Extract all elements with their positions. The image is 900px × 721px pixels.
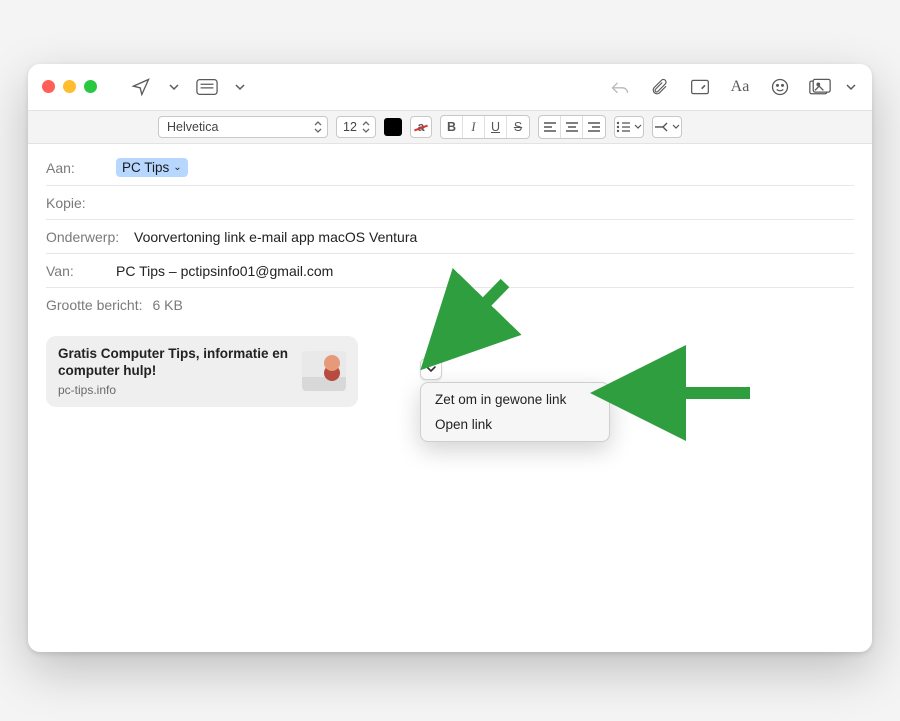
header-fields-icon[interactable] bbox=[191, 73, 223, 101]
subject-row[interactable]: Onderwerp: Voorvertoning link e-mail app… bbox=[46, 220, 854, 254]
header-fields: Aan: PC Tips ⌄ Kopie: Onderwerp: Voorver… bbox=[28, 144, 872, 322]
recipient-name: PC Tips bbox=[122, 160, 169, 175]
markup-icon[interactable] bbox=[684, 73, 716, 101]
select-chevron-icon bbox=[313, 121, 323, 133]
align-left-button[interactable] bbox=[539, 116, 561, 138]
send-dropdown-icon[interactable] bbox=[165, 73, 183, 101]
from-value: PC Tips – pctipsinfo01@gmail.com bbox=[116, 263, 333, 279]
underline-button[interactable]: U bbox=[485, 116, 507, 138]
font-family-value: Helvetica bbox=[167, 120, 218, 134]
link-preview-title: Gratis Computer Tips, informatie en comp… bbox=[58, 346, 292, 380]
message-size-value: 6 KB bbox=[153, 297, 183, 313]
minimize-window-button[interactable] bbox=[63, 80, 76, 93]
to-row[interactable]: Aan: PC Tips ⌄ bbox=[46, 150, 854, 186]
indent-button[interactable] bbox=[652, 116, 682, 138]
from-label: Van: bbox=[46, 263, 106, 279]
text-style-group: B I U S bbox=[440, 115, 530, 139]
to-label: Aan: bbox=[46, 160, 106, 176]
list-button[interactable] bbox=[614, 116, 644, 138]
subject-label: Onderwerp: bbox=[46, 229, 124, 245]
window-controls bbox=[42, 80, 97, 93]
alignment-group bbox=[538, 115, 606, 139]
link-preview-context-menu: Zet om in gewone link Open link bbox=[420, 382, 610, 442]
photo-browser-icon[interactable] bbox=[804, 73, 836, 101]
cc-row[interactable]: Kopie: bbox=[46, 186, 854, 220]
italic-button[interactable]: I bbox=[463, 116, 485, 138]
attachment-icon[interactable] bbox=[644, 73, 676, 101]
clear-style-button[interactable]: a bbox=[410, 116, 432, 138]
subject-value: Voorvertoning link e-mail app macOS Vent… bbox=[134, 229, 417, 245]
format-bar: Helvetica 12 a B I U S bbox=[28, 110, 872, 144]
chevron-down-icon bbox=[425, 363, 437, 375]
photo-browser-dropdown-icon[interactable] bbox=[844, 73, 858, 101]
strike-button[interactable]: S bbox=[507, 116, 529, 138]
font-size-select[interactable]: 12 bbox=[336, 116, 376, 138]
font-size-value: 12 bbox=[343, 120, 357, 134]
send-icon[interactable] bbox=[125, 73, 157, 101]
zoom-window-button[interactable] bbox=[84, 80, 97, 93]
close-window-button[interactable] bbox=[42, 80, 55, 93]
size-row: Grootte bericht: 6 KB bbox=[46, 288, 854, 322]
window-titlebar: Aa bbox=[28, 64, 872, 110]
align-center-button[interactable] bbox=[561, 116, 583, 138]
cc-label: Kopie: bbox=[46, 195, 106, 211]
emoji-icon[interactable] bbox=[764, 73, 796, 101]
message-body[interactable]: Gratis Computer Tips, informatie en comp… bbox=[28, 322, 872, 652]
header-fields-dropdown-icon[interactable] bbox=[231, 73, 249, 101]
compose-window: Aa Helvetica 12 a B I bbox=[28, 64, 872, 652]
link-preview-domain: pc-tips.info bbox=[58, 383, 292, 397]
text-color-button[interactable] bbox=[384, 118, 402, 136]
link-preview-thumbnail bbox=[302, 351, 346, 391]
from-row[interactable]: Van: PC Tips – pctipsinfo01@gmail.com bbox=[46, 254, 854, 288]
context-menu-item-open-link[interactable]: Open link bbox=[421, 412, 609, 437]
bold-button[interactable]: B bbox=[441, 116, 463, 138]
link-preview-card[interactable]: Gratis Computer Tips, informatie en comp… bbox=[46, 336, 358, 407]
format-text-icon[interactable]: Aa bbox=[724, 73, 756, 101]
reply-icon[interactable] bbox=[604, 73, 636, 101]
message-size-label: Grootte bericht: bbox=[46, 297, 143, 313]
align-right-button[interactable] bbox=[583, 116, 605, 138]
recipient-chip[interactable]: PC Tips ⌄ bbox=[116, 158, 188, 177]
chevron-down-icon: ⌄ bbox=[173, 162, 181, 173]
context-menu-item-convert-link[interactable]: Zet om in gewone link bbox=[421, 387, 609, 412]
font-family-select[interactable]: Helvetica bbox=[158, 116, 328, 138]
link-preview-options-button[interactable] bbox=[420, 358, 442, 380]
select-chevron-icon bbox=[361, 121, 371, 133]
